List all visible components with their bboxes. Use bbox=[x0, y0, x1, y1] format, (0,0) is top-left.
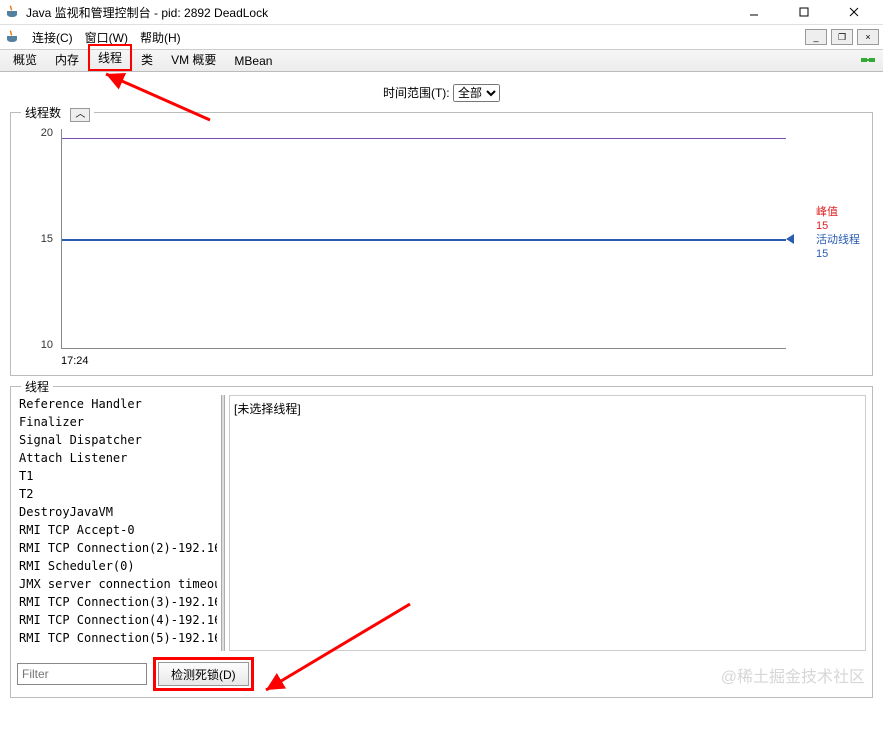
thread-list-item[interactable]: T2 bbox=[17, 485, 217, 503]
tab-classes[interactable]: 类 bbox=[132, 47, 162, 71]
chart-title: 线程数 bbox=[25, 106, 61, 120]
thread-list-item[interactable]: RMI TCP Connection(5)-192.168. bbox=[17, 629, 217, 647]
collapse-chart-button[interactable]: ︿ bbox=[70, 108, 90, 122]
tab-vmsummary[interactable]: VM 概要 bbox=[162, 47, 225, 71]
close-button[interactable] bbox=[839, 2, 869, 22]
minimize-button[interactable] bbox=[739, 2, 769, 22]
detect-deadlock-button[interactable]: 检测死锁(D) bbox=[158, 662, 249, 686]
thread-list-item[interactable]: RMI Scheduler(0) bbox=[17, 557, 217, 575]
java-icon bbox=[4, 4, 20, 20]
mdi-minimize-button[interactable]: _ bbox=[805, 29, 827, 45]
thread-detail-pane: [未选择线程] bbox=[229, 395, 866, 651]
maximize-button[interactable] bbox=[789, 2, 819, 22]
mdi-restore-button[interactable]: ❐ bbox=[831, 29, 853, 45]
thread-list-item[interactable]: Attach Listener bbox=[17, 449, 217, 467]
threads-panel: 线程 Reference HandlerFinalizerSignal Disp… bbox=[10, 386, 873, 698]
detect-deadlock-highlight: 检测死锁(D) bbox=[153, 657, 254, 691]
y-tick: 15 bbox=[41, 233, 53, 245]
timerange-label: 时间范围(T): bbox=[383, 86, 450, 100]
mdi-close-button[interactable]: × bbox=[857, 29, 879, 45]
thread-list-item[interactable]: Signal Dispatcher bbox=[17, 431, 217, 449]
connection-status-icon bbox=[859, 52, 877, 71]
tab-memory[interactable]: 内存 bbox=[46, 47, 88, 71]
chart-marker-icon bbox=[786, 234, 794, 244]
window-titlebar: Java 监视和管理控制台 - pid: 2892 DeadLock bbox=[0, 0, 883, 25]
thread-list-item[interactable]: T1 bbox=[17, 467, 217, 485]
thread-list-item[interactable]: RMI TCP Connection(3)-192.168. bbox=[17, 593, 217, 611]
thread-list-item[interactable]: DestroyJavaVM bbox=[17, 503, 217, 521]
split-divider[interactable] bbox=[221, 395, 225, 651]
thread-count-chart-panel: 线程数 ︿ 20 15 10 17:24 峰值 15 活动线程 15 bbox=[10, 112, 873, 376]
thread-list-item[interactable]: RMI TCP Accept-0 bbox=[17, 521, 217, 539]
window-title: Java 监视和管理控制台 - pid: 2892 DeadLock bbox=[26, 4, 739, 21]
tab-threads[interactable]: 线程 bbox=[88, 44, 132, 71]
chart-live-line bbox=[62, 239, 786, 241]
tab-mbean[interactable]: MBean bbox=[225, 50, 281, 71]
thread-count-chart: 20 15 10 17:24 峰值 15 活动线程 15 bbox=[17, 129, 866, 369]
y-tick: 20 bbox=[41, 127, 53, 139]
y-tick: 10 bbox=[41, 339, 53, 351]
tabbar: 概览 内存 线程 类 VM 概要 MBean bbox=[0, 50, 883, 72]
timerange-row: 时间范围(T): 全部 bbox=[4, 76, 879, 112]
thread-list[interactable]: Reference HandlerFinalizerSignal Dispatc… bbox=[17, 395, 217, 651]
thread-detail-placeholder: [未选择线程] bbox=[234, 402, 301, 416]
thread-list-item[interactable]: RMI TCP Connection(2)-192.168. bbox=[17, 539, 217, 557]
threads-panel-title: 线程 bbox=[21, 378, 53, 395]
thread-list-item[interactable]: RMI TCP Connection(4)-192.168. bbox=[17, 611, 217, 629]
java-icon bbox=[4, 29, 20, 45]
x-tick: 17:24 bbox=[61, 355, 89, 367]
thread-list-item[interactable]: Reference Handler bbox=[17, 395, 217, 413]
tab-overview[interactable]: 概览 bbox=[4, 47, 46, 71]
menu-help[interactable]: 帮助(H) bbox=[134, 27, 187, 48]
chart-peak-line bbox=[62, 138, 786, 139]
thread-list-item[interactable]: JMX server connection timeout bbox=[17, 575, 217, 593]
filter-input[interactable] bbox=[17, 663, 147, 685]
timerange-select[interactable]: 全部 bbox=[453, 84, 500, 102]
thread-list-item[interactable]: Finalizer bbox=[17, 413, 217, 431]
chart-legend: 峰值 15 活动线程 15 bbox=[816, 205, 860, 261]
menu-connect[interactable]: 连接(C) bbox=[26, 27, 79, 48]
